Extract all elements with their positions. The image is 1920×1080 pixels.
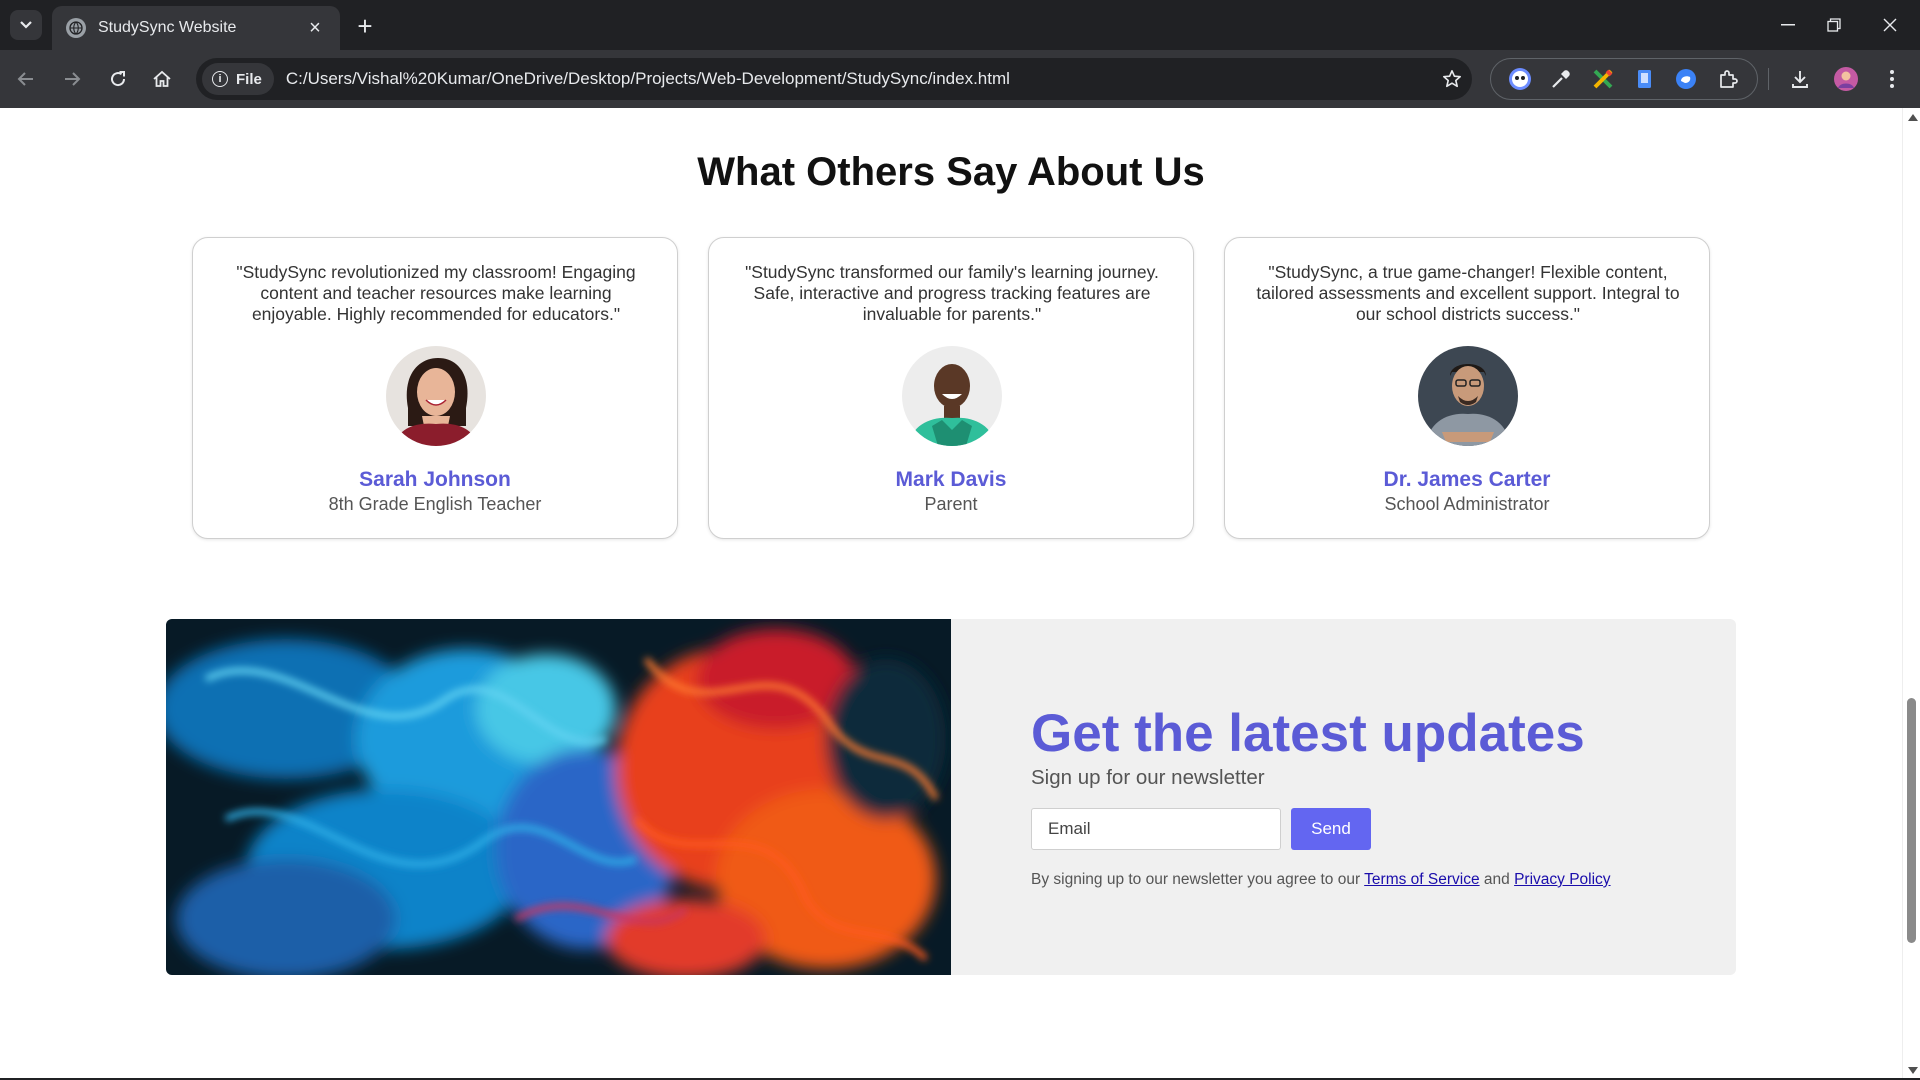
page-scrollbar[interactable] (1902, 108, 1920, 1078)
newsletter-hero-image (166, 619, 951, 975)
downloads-button[interactable] (1784, 64, 1816, 94)
forward-button[interactable] (56, 64, 88, 94)
home-button[interactable] (146, 64, 178, 94)
testimonial-role: 8th Grade English Teacher (328, 494, 542, 514)
puzzle-extensions-icon[interactable] (1715, 66, 1741, 92)
browser-tab-bar: StudySync Website × + (0, 0, 1920, 50)
cloud-extension-icon[interactable] (1673, 66, 1699, 92)
cross-tools-extension-icon[interactable] (1590, 66, 1616, 92)
newsletter-subtitle: Sign up for our newsletter (1031, 766, 1265, 789)
address-bar[interactable]: i File C:/Users/Vishal%20Kumar/OneDrive/… (196, 58, 1472, 100)
testimonial-name: Dr. James Carter (1383, 468, 1551, 491)
testimonial-card: "StudySync transformed our family's lear… (708, 237, 1194, 539)
terms-of-service-link[interactable]: Terms of Service (1364, 871, 1479, 888)
testimonial-name: Mark Davis (895, 468, 1007, 491)
new-tab-button[interactable]: + (350, 11, 380, 41)
testimonial-quote: "StudySync, a true game-changer! Flexibl… (1256, 262, 1680, 324)
newsletter-section: Get the latest updates Sign up for our n… (166, 619, 1736, 975)
site-info-chip[interactable]: i File (202, 63, 274, 95)
chevron-down-icon (20, 21, 32, 29)
testimonial-avatar (902, 346, 1002, 446)
scrollbar-thumb[interactable] (1907, 698, 1916, 943)
restore-icon[interactable] (1806, 0, 1862, 50)
legal-and: and (1483, 871, 1510, 888)
extensions-group (1490, 58, 1758, 100)
reload-button[interactable] (102, 64, 134, 94)
more-vertical-icon (1890, 70, 1894, 88)
browser-menu-button[interactable] (1876, 64, 1908, 94)
browser-tab[interactable]: StudySync Website × (52, 6, 340, 50)
page-viewport: What Others Say About Us "StudySync revo… (0, 108, 1902, 1078)
email-input[interactable] (1031, 808, 1281, 850)
tab-search-button[interactable] (10, 10, 42, 40)
tab-title: StudySync Website (98, 19, 237, 36)
testimonial-role: Parent (924, 494, 978, 514)
testimonial-card: "StudySync, a true game-changer! Flexibl… (1224, 237, 1710, 539)
arrow-right-icon (65, 72, 81, 86)
reload-icon (111, 71, 126, 87)
testimonial-role: School Administrator (1384, 494, 1550, 514)
newsletter-legal-text: By signing up to our newsletter you agre… (1031, 871, 1611, 889)
newsletter-title: Get the latest updates (1031, 704, 1585, 763)
profile-avatar-icon (1834, 67, 1858, 91)
testimonials-heading: What Others Say About Us (697, 150, 1205, 194)
browser-toolbar: i File C:/Users/Vishal%20Kumar/OneDrive/… (0, 50, 1920, 108)
toolbar-separator (1768, 68, 1769, 90)
testimonial-card: "StudySync revolutionized my classroom! … (192, 237, 678, 539)
testimonial-avatar (386, 346, 486, 446)
legal-prefix: By signing up to our newsletter you agre… (1031, 871, 1361, 888)
close-tab-icon[interactable]: × (304, 17, 326, 39)
testimonial-avatar (1418, 346, 1518, 446)
bookmark-star-icon[interactable] (1432, 59, 1472, 99)
send-button[interactable]: Send (1291, 808, 1371, 850)
testimonial-quote: "StudySync transformed our family's lear… (745, 262, 1159, 324)
eyedropper-extension-icon[interactable] (1548, 66, 1574, 92)
ghost-extension-icon[interactable] (1507, 66, 1533, 92)
arrow-left-icon (17, 72, 33, 86)
download-icon (1792, 71, 1808, 88)
scroll-down-arrow-icon[interactable] (1908, 1067, 1918, 1074)
site-chip-label: File (236, 70, 262, 88)
info-icon: i (212, 71, 228, 87)
globe-icon (66, 18, 86, 38)
document-extension-icon[interactable] (1632, 66, 1658, 92)
home-icon (153, 70, 171, 87)
url-text[interactable]: C:/Users/Vishal%20Kumar/OneDrive/Desktop… (286, 69, 1432, 89)
profile-avatar[interactable] (1830, 64, 1862, 94)
back-button[interactable] (10, 64, 42, 94)
testimonial-name: Sarah Johnson (359, 468, 511, 491)
close-window-icon[interactable] (1862, 0, 1918, 50)
testimonial-quote: "StudySync revolutionized my classroom! … (236, 262, 636, 324)
scroll-up-arrow-icon[interactable] (1908, 114, 1918, 121)
privacy-policy-link[interactable]: Privacy Policy (1514, 871, 1610, 888)
